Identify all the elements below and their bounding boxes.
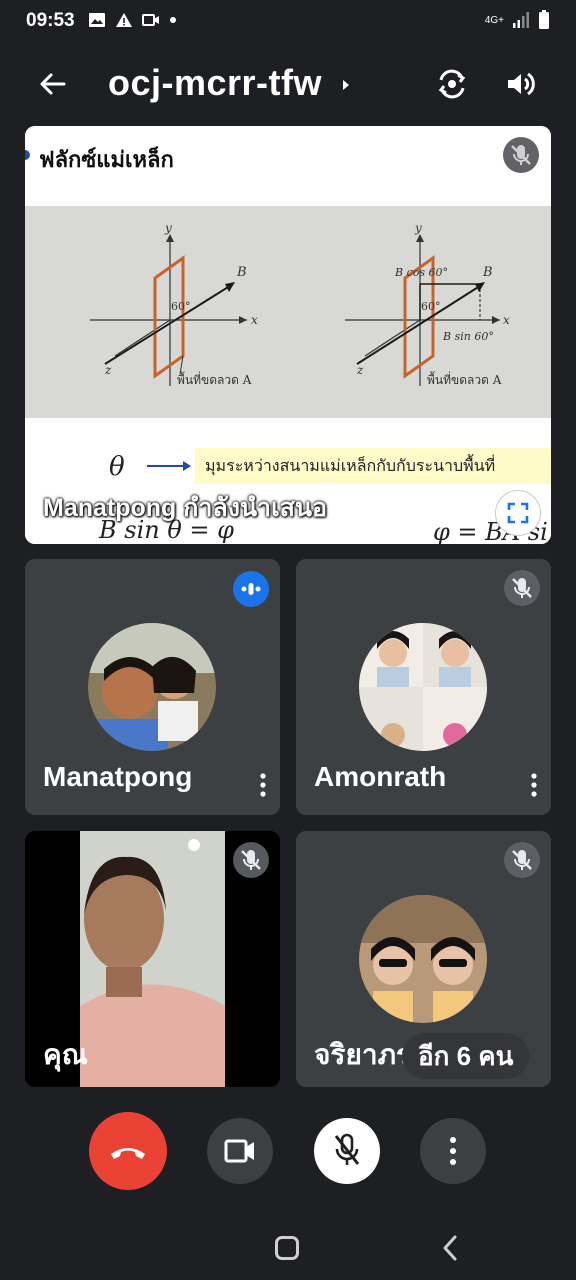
diagram-left: y x z B 60° พื้นที่ขดลวด A [90,221,258,387]
dot-icon [170,17,176,23]
image-icon [89,13,105,27]
presentation-mute-badge [503,137,539,173]
system-nav-bar [0,1220,576,1280]
diagram-right-component-right: B sin 60° [442,330,494,343]
more-options-button[interactable] [420,1118,486,1184]
mic-off-icon [334,1133,360,1165]
theta-symbol: θ [109,452,125,482]
status-icons-left [88,12,177,28]
camera-switch-icon[interactable] [434,66,470,102]
status-bar: 09:53 4G+ [0,0,576,44]
diagram-left-angle: 60° [171,300,191,313]
slide-title: ฟลักซ์แม่เหล็ก [39,147,174,173]
nav-back-icon[interactable] [440,1234,460,1262]
diagram-right-component-top: B cos 60° [394,266,448,279]
network-type: 4G+ [484,14,504,26]
more-vert-icon[interactable] [524,771,544,799]
warning-icon [116,13,132,27]
end-call-button[interactable] [89,1112,167,1190]
diagram-left-area-label: พื้นที่ขดลวด A [177,371,252,387]
flux-diagram: y x z B 60° พื้นที่ขดลวด A y x z B 60° B… [90,221,510,387]
self-video-feed [80,831,225,1087]
mute-badge [504,570,540,606]
video-icon [142,14,159,26]
more-vert-icon[interactable] [253,771,273,799]
theta-definition: มุมระหว่างสนามแม่เหล็กกับกับระนาบพื้นที่ [195,448,551,484]
diagram-right: y x z B 60° B cos 60° B sin 60° พื้นที่ข… [345,221,510,387]
diagram-right-axis-z: z [356,363,364,377]
more-people-button[interactable]: อีก 6 คน [402,1033,530,1079]
diagram-right-axis-x: x [503,313,510,327]
mute-badge [233,842,269,878]
camera-toggle-button[interactable] [207,1118,273,1184]
status-icons-right: 4G+ [485,10,550,30]
diagram-right-area-label: พื้นที่ขดลวด A [427,371,502,387]
end-call-icon [111,1148,145,1159]
diagram-right-axis-y: y [414,221,422,235]
more-vert-icon [450,1137,456,1165]
home-icon[interactable] [275,1236,299,1260]
diagram-right-angle: 60° [421,300,441,313]
audio-level-icon [241,583,261,595]
slide-diagram-photo: y x z B 60° พื้นที่ขดลวด A y x z B 60° B… [25,206,551,418]
slide-title-bar: ฟลักซ์แม่เหล็ก [25,126,551,206]
participant-name: คุณ [43,1039,88,1070]
avatar [359,895,487,1023]
mic-off-icon [512,578,532,598]
avatar [359,623,487,751]
fullscreen-icon [507,502,529,524]
presentation-tile[interactable]: ฟลักซ์แม่เหล็ก y x z B 60° พื้นที่ขดลวด … [25,126,551,544]
arrow-right-icon [147,461,191,471]
back-arrow-icon[interactable] [34,66,70,102]
camera-icon [224,1139,254,1163]
participant-name: Manatpong [43,761,193,792]
speaking-badge [233,571,269,607]
mute-badge [504,842,540,878]
diagram-right-vector: B [482,265,493,280]
diagram-left-axis-x: x [251,313,258,327]
participant-name: Amonrath [314,761,447,792]
mic-off-icon [511,145,531,165]
self-video-tile[interactable]: คุณ [25,831,280,1087]
battery-icon [539,10,549,29]
meeting-code[interactable]: ocj-mcrr-tfw [108,62,322,104]
mic-off-icon [241,850,261,870]
diagram-left-axis-y: y [164,221,172,235]
diagram-left-vector: B [236,265,247,280]
signal-icon [513,12,529,28]
call-controls [0,1108,576,1194]
participant-tile[interactable]: Amonrath [296,559,551,815]
speaker-icon[interactable] [502,66,538,102]
avatar [88,623,216,751]
fullscreen-button[interactable] [495,490,541,536]
participant-tile[interactable]: จริยาภรณ์ อีก 6 คน [296,831,551,1087]
mic-toggle-button[interactable] [314,1118,380,1184]
slide-bullet [25,150,30,160]
mic-off-icon [512,850,532,870]
caret-right-icon[interactable] [341,78,351,92]
status-time: 09:53 [26,10,75,31]
diagram-left-axis-z: z [104,363,112,377]
presenter-caption: Manatpong กำลังนำเสนอ [43,494,327,522]
participant-tile[interactable]: Manatpong [25,559,280,815]
meeting-header: ocj-mcrr-tfw [0,54,576,114]
